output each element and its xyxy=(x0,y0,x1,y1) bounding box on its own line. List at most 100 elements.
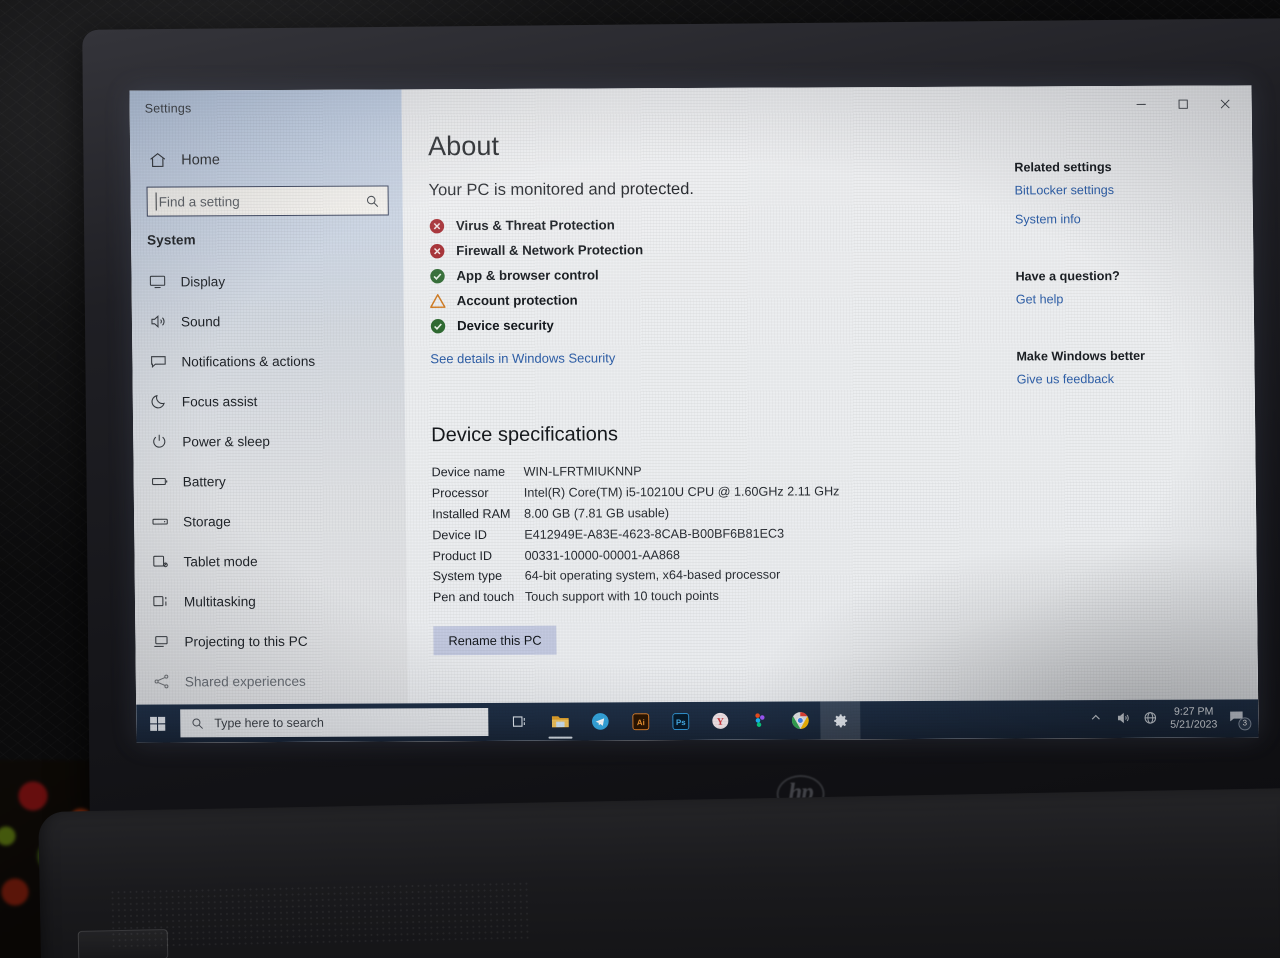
settings-sidebar: Settings Home Find a setting System Disp… xyxy=(129,89,409,743)
status-label: App & browser control xyxy=(456,267,599,284)
svg-text:Ps: Ps xyxy=(675,717,685,726)
home-icon xyxy=(148,150,167,169)
error-circle-icon xyxy=(429,243,445,259)
related-settings-heading: Related settings xyxy=(1014,160,1112,175)
maximize-button[interactable] xyxy=(1162,90,1204,118)
spec-value: Touch support with 10 touch points xyxy=(524,589,719,604)
notification-icon xyxy=(149,352,167,370)
search-icon xyxy=(190,716,204,730)
sidebar-label: Projecting to this PC xyxy=(184,633,308,649)
search-icon xyxy=(365,193,380,208)
laptop-screen: Settings Home Find a setting System Disp… xyxy=(129,85,1259,743)
sidebar-nav: Display Sound Notifications & actions Fo… xyxy=(131,260,408,701)
multitasking-icon xyxy=(152,592,170,610)
laptop-photo: hp Settings Home Find a setting System D… xyxy=(0,0,1280,958)
sidebar-label: Tablet mode xyxy=(183,553,258,569)
spec-key: Device name xyxy=(431,465,506,480)
related-settings-rail: Related settings BitLocker settings Syst… xyxy=(1014,159,1247,401)
sidebar-item-display[interactable]: Display xyxy=(131,260,403,301)
network-icon[interactable] xyxy=(1143,711,1159,727)
bitlocker-settings-link[interactable]: BitLocker settings xyxy=(1015,182,1245,197)
sidebar-label: Battery xyxy=(182,473,226,489)
sidebar-label: Notifications & actions xyxy=(181,353,316,369)
warning-triangle-icon xyxy=(430,293,446,309)
spec-key: Product ID xyxy=(432,548,493,563)
search-input[interactable]: Find a setting xyxy=(146,185,389,217)
storage-icon xyxy=(151,512,169,530)
sidebar-item-sound[interactable]: Sound xyxy=(132,300,404,341)
make-windows-better-heading: Make Windows better xyxy=(1016,348,1146,364)
gear-icon xyxy=(833,713,847,727)
sidebar-item-power-sleep[interactable]: Power & sleep xyxy=(133,420,405,461)
page-title: About xyxy=(427,130,500,162)
task-view-icon xyxy=(512,715,525,727)
sidebar-item-tablet-mode[interactable]: Tablet mode xyxy=(134,540,406,581)
sidebar-item-notifications[interactable]: Notifications & actions xyxy=(132,340,404,381)
folder-icon xyxy=(551,716,569,728)
notification-center-button[interactable]: 3 xyxy=(1228,708,1252,731)
sidebar-label: Power & sleep xyxy=(182,433,271,449)
window-controls xyxy=(1120,89,1246,118)
taskbar-illustrator-button[interactable]: Ai xyxy=(620,702,660,740)
spec-key: Pen and touch xyxy=(432,590,515,605)
moon-icon xyxy=(150,392,168,410)
taskbar-settings-button[interactable] xyxy=(820,701,861,740)
taskbar-task-view-button[interactable] xyxy=(500,703,540,741)
taskbar-file-explorer-button[interactable] xyxy=(540,703,580,741)
taskbar-chrome-button[interactable] xyxy=(780,701,820,739)
clock-date: 5/21/2023 xyxy=(1170,718,1218,731)
taskbar-search-placeholder: Type here to search xyxy=(214,715,324,731)
status-label: Account protection xyxy=(456,292,578,309)
sidebar-item-storage[interactable]: Storage xyxy=(134,500,406,541)
clock[interactable]: 9:27 PM 5/21/2023 xyxy=(1170,706,1217,732)
text-caret xyxy=(155,192,157,211)
telegram-icon xyxy=(591,713,609,730)
search-wrap: Find a setting xyxy=(146,185,389,217)
svg-text:Ai: Ai xyxy=(636,718,644,727)
taskbar-photoshop-button[interactable]: Ps xyxy=(660,702,700,740)
taskbar-figma-button[interactable] xyxy=(740,702,780,740)
sidebar-item-multitasking[interactable]: Multitasking xyxy=(135,580,407,621)
app-title: Settings xyxy=(144,101,192,116)
sidebar-item-battery[interactable]: Battery xyxy=(133,460,405,501)
taskbar-telegram-button[interactable] xyxy=(580,702,620,740)
figma-icon xyxy=(755,713,765,727)
give-us-feedback-link[interactable]: Give us feedback xyxy=(1017,371,1247,386)
status-label: Firewall & Network Protection xyxy=(456,242,644,259)
status-label: Virus & Threat Protection xyxy=(455,217,615,234)
sidebar-item-shared-experiences[interactable]: Shared experiences xyxy=(136,660,408,701)
battery-icon xyxy=(151,472,169,490)
sidebar-item-projecting[interactable]: Projecting to this PC xyxy=(135,620,407,661)
get-help-link[interactable]: Get help xyxy=(1016,291,1246,306)
speaker-icon xyxy=(149,312,167,330)
power-icon xyxy=(150,432,168,450)
sidebar-item-home[interactable]: Home xyxy=(130,143,402,175)
speaker-grille xyxy=(109,880,531,948)
windows-security-link[interactable]: See details in Windows Security xyxy=(430,350,615,366)
sidebar-item-focus-assist[interactable]: Focus assist xyxy=(133,380,405,421)
spec-key: Device ID xyxy=(432,527,487,543)
sidebar-label: Display xyxy=(180,273,226,289)
sidebar-label: Shared experiences xyxy=(184,673,306,689)
volume-icon[interactable] xyxy=(1116,711,1132,727)
tablet-icon xyxy=(151,552,169,570)
spec-value: Intel(R) Core(TM) i5-10210U CPU @ 1.60GH… xyxy=(523,484,840,500)
taskbar: Type here to search Ai Ps Y 9:27 PM 5/21… xyxy=(136,699,1259,743)
close-button[interactable] xyxy=(1204,89,1246,117)
taskbar-app-icons: Ai Ps Y xyxy=(500,701,861,741)
spec-key: Processor xyxy=(431,486,489,501)
taskbar-search-box[interactable]: Type here to search xyxy=(180,707,489,738)
start-button[interactable] xyxy=(136,704,178,742)
show-hidden-icons-button[interactable] xyxy=(1089,711,1105,727)
minimize-button[interactable] xyxy=(1120,90,1162,118)
system-info-link[interactable]: System info xyxy=(1015,211,1245,226)
have-a-question-heading: Have a question? xyxy=(1015,268,1120,284)
rename-this-pc-button[interactable]: Rename this PC xyxy=(433,625,557,655)
monitor-icon xyxy=(148,272,166,290)
photoshop-icon: Ps xyxy=(671,712,689,730)
taskbar-yandex-browser-button[interactable]: Y xyxy=(700,702,740,740)
illustrator-icon: Ai xyxy=(631,712,649,730)
spec-key: Installed RAM xyxy=(431,506,511,522)
spec-value: E412949E-A83E-4623-8CAB-B00BF6B81EC3 xyxy=(524,526,785,542)
clock-time: 9:27 PM xyxy=(1173,705,1214,718)
